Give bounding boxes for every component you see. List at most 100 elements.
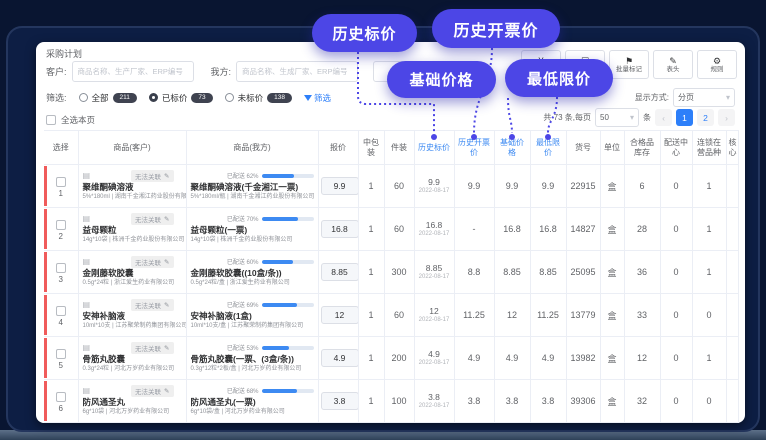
related-doc-icon[interactable]: ▤ — [83, 386, 91, 395]
col-hist-price[interactable]: 历史标价 — [414, 131, 454, 165]
filter-row: 筛选: 全部 211 已标价 73 未标价 138 筛选 — [46, 91, 331, 104]
unit-cell: 盒 — [600, 380, 624, 423]
ours-product-spec: 10ml*10支/盒 | 江苏聚荣制药集团有限公司 — [191, 322, 314, 331]
quote-input[interactable]: 9.9 — [321, 177, 359, 195]
page-1-button[interactable]: 1 — [676, 109, 693, 126]
ours-search-label: 我方: — [211, 65, 232, 78]
ours-product-name: 聚维酮碘溶液(千金湘江一票) — [191, 181, 314, 193]
pack-cell: 60 — [384, 208, 414, 251]
core-cell — [726, 208, 738, 251]
row-checkbox[interactable] — [56, 177, 66, 187]
base-price-cell: 12 — [494, 294, 530, 337]
filter-link[interactable]: 筛选 — [304, 92, 331, 104]
row-checkbox[interactable] — [56, 392, 66, 402]
display-mode-select[interactable]: 分页 ▾ — [673, 88, 735, 107]
customer-search-label: 客户: — [46, 65, 67, 78]
table-row: 2 ▤ 无法关联 ✎ 益母颗粒 14g*10袋 | 株洲千金药业股份有限公司 已… — [44, 208, 738, 251]
quote-input[interactable]: 16.8 — [321, 220, 359, 238]
related-doc-icon[interactable]: ▤ — [83, 300, 91, 309]
customer-search-input[interactable] — [72, 61, 194, 82]
ours-product-spec: 5%*180ml/瓶 | 湖南千金湘江药业股份有限公司 — [191, 193, 314, 202]
radio-selected-icon[interactable] — [149, 93, 158, 102]
ours-product-cell: 已配送 60% 金刚藤软胶囊((10盒/条)) 0.5g*24粒/盒 | 浙江爱… — [186, 251, 318, 294]
edit-pencil-icon[interactable]: ✎ — [164, 301, 169, 309]
related-doc-icon[interactable]: ▤ — [83, 343, 91, 352]
next-page-button[interactable]: › — [718, 109, 735, 126]
customer-product-spec: 14g*10袋 | 株洲千金药业股份有限公司 — [83, 236, 182, 245]
edit-pencil-icon[interactable]: ✎ — [164, 387, 169, 395]
row-number: 1 — [59, 189, 63, 198]
col-hist-invoice[interactable]: 历史开票价 — [454, 131, 494, 165]
filter-option-priced[interactable]: 已标价 73 — [149, 92, 213, 104]
related-doc-icon[interactable]: ▤ — [83, 214, 91, 223]
hist-invoice-cell: 8.8 — [454, 251, 494, 294]
col-product-ours: 商品(我方) — [186, 131, 318, 165]
customer-product-cell: ▤ 无法关联 ✎ 金刚藤软胶囊 0.5g*24粒 | 浙江爱生药业有限公司 — [78, 251, 186, 294]
edit-pencil-icon[interactable]: ✎ — [164, 215, 169, 223]
edit-pencil-icon[interactable]: ✎ — [164, 172, 169, 180]
hist-price-date: 2022-08-17 — [417, 187, 452, 195]
hist-price-cell: 12 2022-08-17 — [414, 294, 454, 337]
edit-pencil-icon[interactable]: ✎ — [164, 344, 169, 352]
row-number: 4 — [59, 318, 63, 327]
page-size-select[interactable]: 50 ▾ — [595, 108, 639, 127]
link-status-badge[interactable]: 无法关联 ✎ — [131, 299, 173, 311]
sku-cell: 39306 — [566, 380, 600, 423]
link-status-badge[interactable]: 无法关联 ✎ — [131, 170, 173, 182]
hist-price-value: 16.8 — [417, 220, 452, 230]
quote-input[interactable]: 12 — [321, 306, 359, 324]
select-all-row: 全选本页 — [46, 114, 95, 126]
page-title: 采购计划 — [46, 47, 82, 60]
batch-mark-button[interactable]: ⚑ 批量标记 — [609, 50, 649, 79]
col-base-price[interactable]: 基础价格 — [494, 131, 530, 165]
stock-cell: 36 — [624, 251, 660, 294]
stock-cell: 32 — [624, 380, 660, 423]
quote-input[interactable]: 8.85 — [321, 263, 359, 281]
radio-icon[interactable] — [79, 93, 88, 102]
customer-product-spec: 6g*10袋 | 河北万岁药业有限公司 — [83, 408, 182, 417]
page-2-button[interactable]: 2 — [697, 109, 714, 126]
row-number: 6 — [59, 404, 63, 413]
filter-option-all[interactable]: 全部 211 — [79, 92, 137, 104]
sku-cell: 22915 — [566, 165, 600, 208]
prev-page-button[interactable]: ‹ — [655, 109, 672, 126]
row-select-cell: 6 — [44, 380, 78, 423]
hist-price-cell: 9.9 2022-08-17 — [414, 165, 454, 208]
row-select-cell: 4 — [44, 294, 78, 337]
row-number: 2 — [59, 232, 63, 241]
edit-pencil-icon[interactable]: ✎ — [164, 258, 169, 266]
ours-product-name: 益母颗粒(一票) — [191, 224, 314, 236]
link-status-badge[interactable]: 无法关联 ✎ — [131, 385, 173, 397]
mid-pack-cell: 1 — [358, 380, 384, 423]
delivered-progress-bar — [262, 389, 314, 393]
select-all-checkbox[interactable] — [46, 115, 56, 125]
sku-cell: 25095 — [566, 251, 600, 294]
ours-search-input[interactable] — [236, 61, 358, 82]
hist-invoice-cell: 11.25 — [454, 294, 494, 337]
link-status-badge[interactable]: 无法关联 ✎ — [131, 342, 173, 354]
table-row: 1 ▤ 无法关联 ✎ 聚维酮碘溶液 5%*180ml | 湖南千金湘江药业股份有… — [44, 165, 738, 208]
col-min-price[interactable]: 最低限价 — [530, 131, 566, 165]
related-doc-icon[interactable]: ▤ — [83, 171, 91, 180]
select-all-label: 全选本页 — [61, 114, 95, 126]
col-dc: 配送中心 — [660, 131, 692, 165]
row-checkbox[interactable] — [56, 263, 66, 273]
link-status-badge[interactable]: 无法关联 ✎ — [131, 213, 173, 225]
row-checkbox[interactable] — [56, 220, 66, 230]
hist-price-cell: 4.9 2022-08-17 — [414, 337, 454, 380]
quote-input[interactable]: 4.9 — [321, 349, 359, 367]
ours-product-cell: 已配送 53% 骨筋丸胶囊(一票、(3盒/条)) 0.3g*12粒*2板/盒 |… — [186, 337, 318, 380]
radio-icon[interactable] — [225, 93, 234, 102]
link-status-badge[interactable]: 无法关联 ✎ — [131, 256, 173, 268]
related-doc-icon[interactable]: ▤ — [83, 257, 91, 266]
hist-invoice-cell: 4.9 — [454, 337, 494, 380]
filter-option-unpriced[interactable]: 未标价 138 — [225, 92, 292, 104]
gear-icon: ⚙ — [713, 56, 721, 66]
ours-product-spec: 0.5g*24粒/盒 | 浙江爱生药业有限公司 — [191, 279, 314, 288]
hist-price-date: 2022-08-17 — [417, 316, 452, 324]
rules-button[interactable]: ⚙ 规则 — [697, 50, 737, 79]
row-checkbox[interactable] — [56, 349, 66, 359]
table-header-config-button[interactable]: ✎ 表头 — [653, 50, 693, 79]
quote-input[interactable]: 3.8 — [321, 392, 359, 410]
row-checkbox[interactable] — [56, 306, 66, 316]
